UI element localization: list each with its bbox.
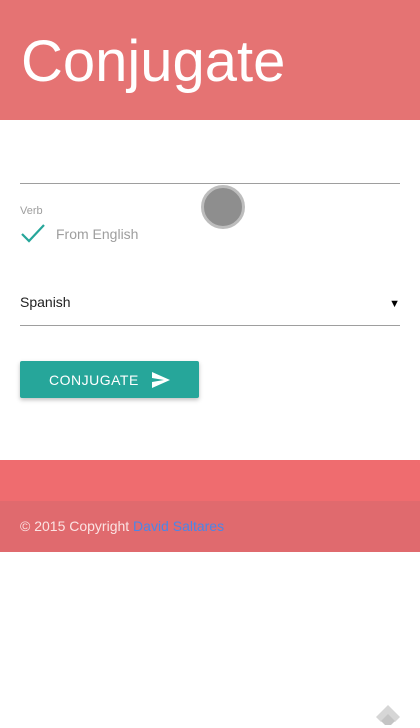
app-title: Conjugate [21,29,286,94]
feedly-icon[interactable] [374,704,402,728]
from-english-checkbox[interactable]: From English [20,222,138,246]
language-selected-value: Spanish [20,294,71,310]
verb-label: Verb [20,205,43,217]
send-icon [152,372,170,388]
footer-copyright-bar: © 2015 Copyright David Saltares [0,501,420,552]
from-english-label: From English [56,226,139,242]
footer: © 2015 Copyright David Saltares [0,460,420,552]
footer-copyright-text: © 2015 Copyright David Saltares [20,518,224,534]
copyright-prefix: © 2015 Copyright [20,518,134,534]
dropdown-caret-icon: ▼ [389,298,400,310]
conjugate-button-label: CONJUGATE [49,372,139,388]
verb-input[interactable] [20,150,400,184]
touch-indicator [201,185,245,229]
check-icon [21,224,45,243]
conjugate-button[interactable]: CONJUGATE [20,361,199,398]
author-link[interactable]: David Saltares [133,518,224,534]
app-header: Conjugate [0,0,420,120]
language-select[interactable]: Spanish ▼ [20,282,400,326]
